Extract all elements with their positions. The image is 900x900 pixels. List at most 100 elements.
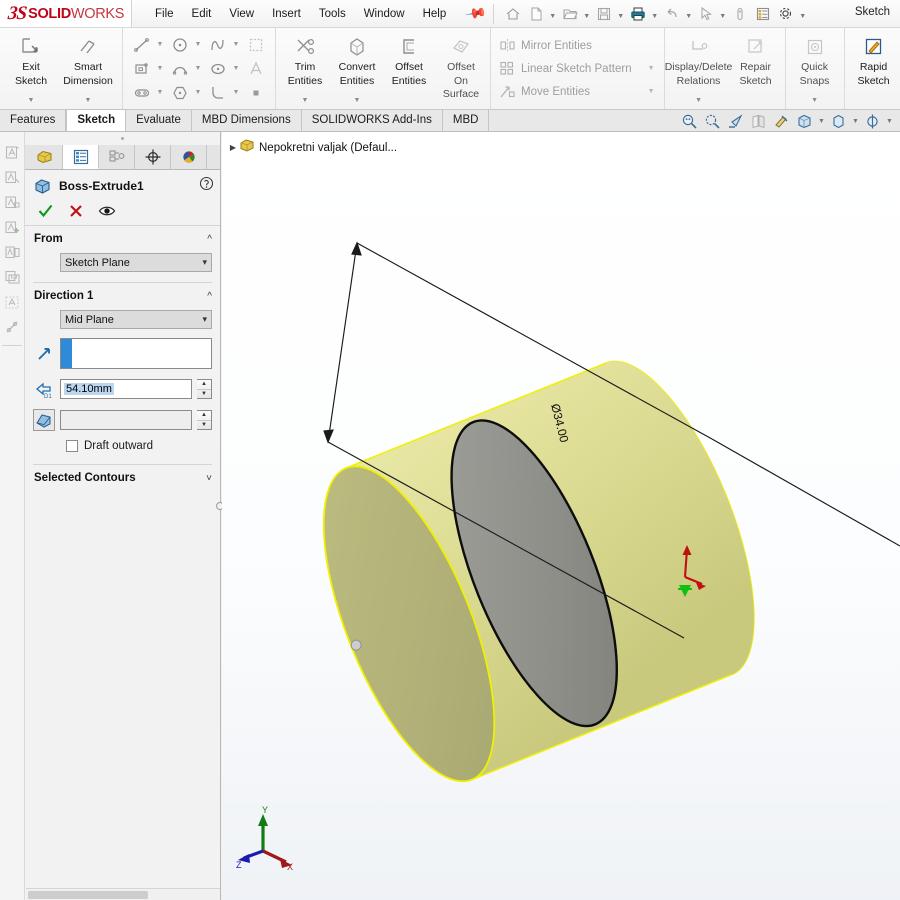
spline-caret-icon[interactable]: ▼ [231, 41, 241, 48]
display-style-caret-icon[interactable]: ▼ [817, 118, 826, 125]
help-question-icon[interactable] [199, 176, 214, 196]
slot-caret-icon[interactable]: ▼ [155, 89, 165, 96]
scrollbar-thumb[interactable] [28, 890, 148, 899]
graphics-viewport[interactable]: ▶ Nepokretni valjak (Defaul... Ø34.00 Y … [222, 132, 900, 900]
preview-button[interactable] [98, 203, 116, 219]
quick-snaps-dropdown-icon[interactable]: ▼ [811, 97, 818, 107]
rectangle-caret-icon[interactable]: ▼ [155, 65, 165, 72]
options-caret-icon[interactable]: ▼ [798, 3, 808, 25]
ellipse-icon[interactable] [205, 58, 231, 80]
annotation-add-icon[interactable] [2, 217, 23, 238]
display-style-icon[interactable] [794, 111, 815, 131]
quick-snaps-button[interactable]: Quick Snaps ▼ [789, 30, 841, 107]
circle-caret-icon[interactable]: ▼ [193, 41, 203, 48]
linear-sketch-pattern-button[interactable]: Linear Sketch Pattern ▼ [496, 57, 659, 80]
model-canvas[interactable] [222, 132, 900, 900]
fillet-icon[interactable] [205, 82, 231, 104]
rectangle-icon[interactable] [129, 58, 155, 80]
direction-reference-selection-box[interactable] [60, 338, 212, 369]
save-caret-icon[interactable]: ▼ [616, 3, 626, 25]
dimxpert-manager-tab[interactable] [135, 145, 171, 169]
panel-grip[interactable] [25, 132, 220, 145]
annotation-display-icon[interactable] [2, 192, 23, 213]
circle-icon[interactable] [167, 34, 193, 56]
menu-window[interactable]: Window [355, 4, 414, 24]
direction1-section-header[interactable]: Direction 1 ^ [25, 283, 220, 307]
point-icon[interactable] [243, 82, 269, 104]
annotation-settings-icon[interactable] [2, 317, 23, 338]
tab-features[interactable]: Features [0, 110, 67, 131]
annotation-link-icon[interactable] [2, 167, 23, 188]
print-icon[interactable] [627, 3, 649, 25]
select-cursor-caret-icon[interactable]: ▼ [718, 3, 728, 25]
select-cursor-icon[interactable] [695, 3, 717, 25]
annotation-new-icon[interactable] [2, 142, 23, 163]
panel-horizontal-scrollbar[interactable] [26, 888, 220, 900]
rebuild-icon[interactable] [729, 3, 751, 25]
tab-mbd-dimensions[interactable]: MBD Dimensions [192, 110, 302, 131]
open-folder-caret-icon[interactable]: ▼ [582, 3, 592, 25]
open-folder-icon[interactable] [559, 3, 581, 25]
coordinate-triad[interactable]: Y X Z [235, 806, 295, 872]
menu-insert[interactable]: Insert [263, 4, 310, 24]
undo-icon[interactable] [661, 3, 683, 25]
move-entities-caret-icon[interactable]: ▼ [632, 88, 655, 95]
tab-evaluate[interactable]: Evaluate [126, 110, 192, 131]
property-manager-tab[interactable] [63, 145, 99, 169]
line-icon[interactable] [129, 34, 155, 56]
menu-file[interactable]: File [146, 4, 183, 24]
stepper-down-icon[interactable]: ▼ [197, 390, 211, 399]
undo-caret-icon[interactable]: ▼ [684, 3, 694, 25]
annotation-template-icon[interactable] [2, 292, 23, 313]
linear-sketch-pattern-caret-icon[interactable]: ▼ [632, 65, 655, 72]
depth-input[interactable]: 54.10mm [60, 379, 192, 399]
chevron-up-icon[interactable]: ^ [207, 234, 212, 245]
section-view-icon[interactable] [748, 111, 769, 131]
smart-dimension-dropdown-icon[interactable]: ▼ [85, 97, 92, 107]
home-icon[interactable] [502, 3, 524, 25]
stepper-up-icon[interactable]: ▲ [197, 380, 211, 390]
draft-angle-stepper[interactable]: ▲ ▼ [197, 410, 212, 430]
menu-edit[interactable]: Edit [183, 4, 221, 24]
solidworks-logo[interactable]: 3S SOLID WORKS [0, 0, 132, 27]
file-properties-icon[interactable] [752, 3, 774, 25]
zoom-to-fit-icon[interactable] [679, 111, 700, 131]
menu-view[interactable]: View [220, 4, 263, 24]
apply-scene-icon[interactable] [862, 111, 883, 131]
trim-entities-button[interactable]: Trim Entities ▼ [279, 30, 331, 107]
from-section-header[interactable]: From ^ [25, 226, 220, 250]
mirror-entities-button[interactable]: Mirror Entities [496, 34, 659, 57]
configuration-manager-tab[interactable] [99, 145, 135, 169]
text-a-icon[interactable] [243, 58, 269, 80]
slot-icon[interactable] [129, 82, 155, 104]
menu-help[interactable]: Help [414, 4, 456, 24]
repair-sketch-button[interactable]: Repair Sketch [730, 30, 782, 107]
chevron-up-icon[interactable]: ^ [207, 291, 212, 302]
display-delete-relations-button[interactable]: Display/Delete Relations ▼ [665, 30, 732, 107]
tab-solidworks-add-ins[interactable]: SOLIDWORKS Add-Ins [302, 110, 443, 131]
hide-show-caret-icon[interactable]: ▼ [851, 118, 860, 125]
chevron-down-icon[interactable]: ˅ [206, 473, 212, 484]
previous-view-icon[interactable] [725, 111, 746, 131]
draft-angle-icon[interactable] [33, 409, 55, 431]
pin-icon[interactable]: 📌 [464, 2, 488, 26]
view-orientation-icon[interactable] [771, 111, 792, 131]
depth-stepper[interactable]: ▲ ▼ [197, 379, 212, 399]
fillet-caret-icon[interactable]: ▼ [231, 89, 241, 96]
reverse-direction-icon[interactable] [33, 343, 55, 365]
polygon-caret-icon[interactable]: ▼ [193, 89, 203, 96]
draft-outward-checkbox[interactable] [66, 440, 78, 452]
line-caret-icon[interactable]: ▼ [155, 41, 165, 48]
exit-sketch-dropdown-icon[interactable]: ▼ [28, 97, 35, 107]
display-manager-tab[interactable] [171, 145, 207, 169]
move-entities-button[interactable]: Move Entities ▼ [496, 80, 659, 103]
convert-entities-button[interactable]: Convert Entities ▼ [331, 30, 383, 107]
smart-dimension-button[interactable]: Smart Dimension ▼ [57, 30, 119, 107]
from-start-condition-select[interactable]: Sketch Plane ▾ [60, 253, 212, 272]
ellipse-caret-icon[interactable]: ▼ [231, 65, 241, 72]
new-document-icon[interactable] [525, 3, 547, 25]
stepper-down-icon[interactable]: ▼ [197, 421, 211, 430]
tab-sketch[interactable]: Sketch [66, 109, 127, 131]
arc-caret-icon[interactable]: ▼ [193, 65, 203, 72]
new-document-caret-icon[interactable]: ▼ [548, 3, 558, 25]
